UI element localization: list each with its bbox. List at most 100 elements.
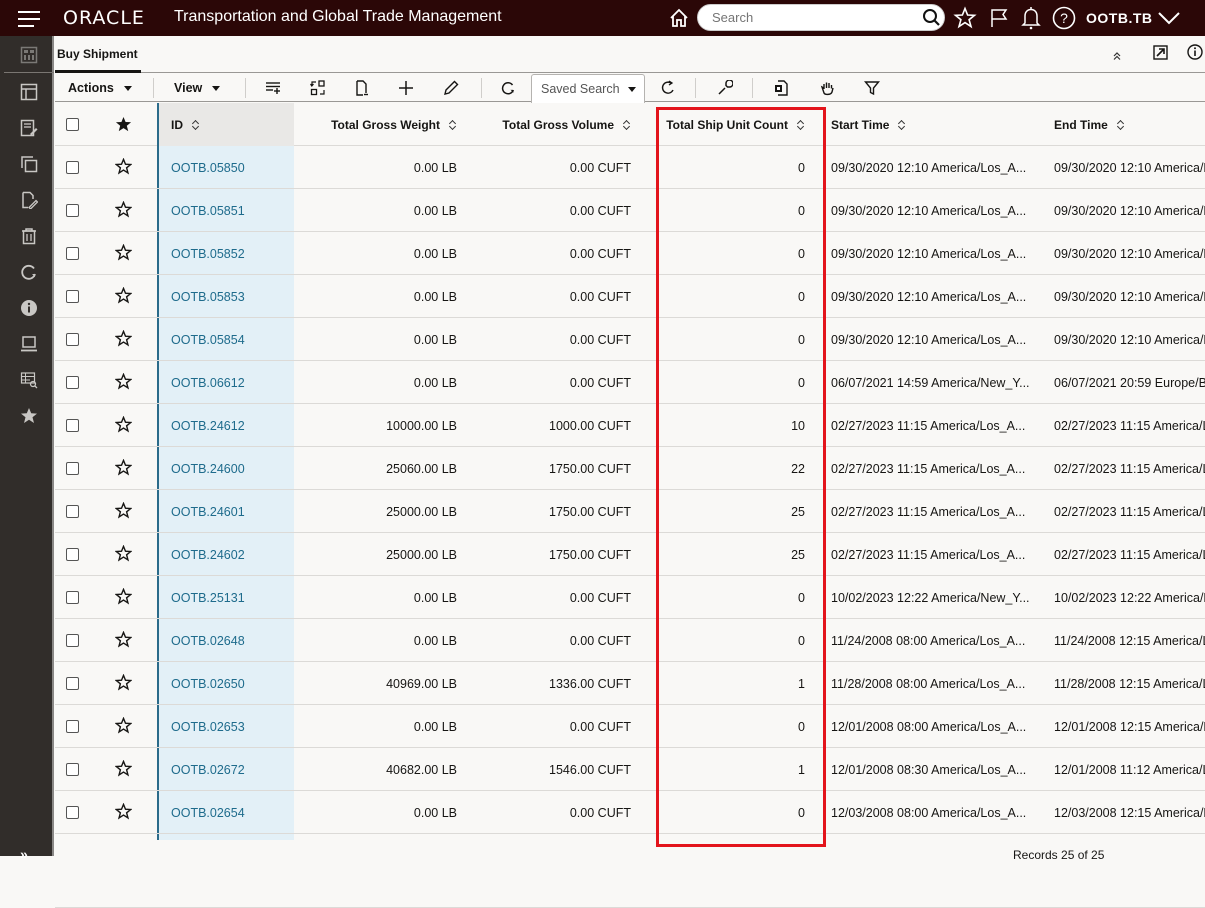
shipment-id-link[interactable]: OOTB.05850 (171, 161, 245, 175)
add-row-list-icon[interactable] (263, 78, 283, 98)
shipment-id-link[interactable]: OOTB.24612 (171, 419, 245, 433)
shipment-id-link[interactable]: OOTB.05853 (171, 290, 245, 304)
shipment-id-link[interactable]: OOTB.06612 (171, 376, 245, 390)
edit-document-icon[interactable] (20, 191, 39, 210)
row-checkbox[interactable] (66, 763, 79, 776)
actions-menu-button[interactable]: Actions (68, 74, 132, 102)
reload-icon[interactable] (658, 78, 678, 98)
shipment-id-link[interactable]: OOTB.02672 (171, 763, 245, 777)
shipment-id-link[interactable]: OOTB.02648 (171, 634, 245, 648)
collapse-up-icon[interactable] (1112, 48, 1122, 66)
row-favorite-star-icon[interactable] (114, 415, 133, 433)
row-favorite-star-icon[interactable] (114, 759, 133, 777)
row-checkbox[interactable] (66, 419, 79, 432)
add-icon[interactable] (396, 78, 416, 98)
search-icon[interactable] (922, 8, 942, 33)
row-favorite-star-icon[interactable] (114, 372, 133, 390)
filter-icon[interactable] (862, 78, 882, 98)
table-row[interactable]: OOTB.05853 0.00 LB 0.00 CUFT 0 09/30/2020 12… (55, 275, 1205, 318)
row-checkbox[interactable] (66, 462, 79, 475)
search-input[interactable] (712, 10, 912, 25)
row-favorite-star-icon[interactable] (114, 157, 133, 175)
column-header-id[interactable]: ID (171, 103, 291, 146)
chevron-down-icon[interactable] (1156, 5, 1182, 31)
edit-list-icon[interactable] (20, 119, 38, 137)
row-favorite-star-icon[interactable] (114, 329, 133, 347)
row-checkbox[interactable] (66, 591, 79, 604)
row-favorite-star-icon[interactable] (114, 716, 133, 734)
user-menu[interactable]: OOTB.TB (1086, 10, 1153, 26)
row-checkbox[interactable] (66, 290, 79, 303)
row-favorite-star-icon[interactable] (114, 501, 133, 519)
edit-pencil-icon[interactable] (441, 78, 461, 98)
table-row[interactable]: OOTB.24602 25000.00 LB 1750.00 CUFT 25 02/27… (55, 533, 1205, 576)
row-checkbox[interactable] (66, 634, 79, 647)
saved-search-dropdown[interactable]: Saved Search (531, 74, 645, 103)
trash-icon[interactable] (20, 227, 38, 245)
row-favorite-star-icon[interactable] (114, 544, 133, 562)
shipment-id-link[interactable]: OOTB.02650 (171, 677, 245, 691)
column-header-ship-unit-count[interactable]: Total Ship Unit Count (635, 103, 805, 146)
dashboard-icon[interactable] (20, 46, 38, 64)
refresh-icon[interactable] (498, 78, 518, 98)
table-row[interactable]: OOTB.25131 0.00 LB 0.00 CUFT 0 10/02/2023 12… (55, 576, 1205, 619)
shipment-id-link[interactable]: OOTB.05854 (171, 333, 245, 347)
row-checkbox[interactable] (66, 720, 79, 733)
shipment-id-link[interactable]: OOTB.25131 (171, 591, 245, 605)
column-header-gross-weight[interactable]: Total Gross Weight (295, 103, 457, 146)
shipment-id-link[interactable]: OOTB.24602 (171, 548, 245, 562)
expand-sidebar-icon[interactable]: » (20, 846, 28, 862)
table-row[interactable]: OOTB.05854 0.00 LB 0.00 CUFT 0 09/30/2020 12… (55, 318, 1205, 361)
row-checkbox[interactable] (66, 505, 79, 518)
table-row[interactable]: OOTB.24600 25060.00 LB 1750.00 CUFT 22 02/27… (55, 447, 1205, 490)
document-remove-icon[interactable] (352, 78, 372, 98)
row-favorite-star-icon[interactable] (114, 673, 133, 691)
wrench-icon[interactable] (715, 78, 735, 98)
table-search-icon[interactable] (20, 371, 38, 389)
help-icon[interactable]: ? (1051, 5, 1077, 31)
favorite-header-star-icon[interactable] (115, 116, 132, 133)
row-checkbox[interactable] (66, 161, 79, 174)
table-row[interactable]: OOTB.02672 40682.00 LB 1546.00 CUFT 1 12/01/… (55, 748, 1205, 791)
shipment-id-link[interactable]: OOTB.24600 (171, 462, 245, 476)
shipment-id-link[interactable]: OOTB.02653 (171, 720, 245, 734)
table-row[interactable]: OOTB.24601 25000.00 LB 1750.00 CUFT 25 02/27… (55, 490, 1205, 533)
row-checkbox[interactable] (66, 548, 79, 561)
row-checkbox[interactable] (66, 204, 79, 217)
monitor-icon[interactable] (20, 335, 38, 353)
open-external-icon[interactable] (1153, 45, 1168, 65)
layout-icon[interactable] (20, 83, 38, 101)
refresh-icon[interactable] (20, 263, 38, 281)
info-icon[interactable] (20, 299, 38, 317)
hamburger-menu-icon[interactable] (18, 10, 42, 27)
row-favorite-star-icon[interactable] (114, 243, 133, 261)
row-favorite-star-icon[interactable] (114, 286, 133, 304)
row-favorite-star-icon[interactable] (114, 200, 133, 218)
shipment-id-link[interactable]: OOTB.05851 (171, 204, 245, 218)
favorites-star-icon[interactable] (952, 5, 978, 31)
row-checkbox[interactable] (66, 247, 79, 260)
home-icon[interactable] (666, 5, 692, 31)
notifications-bell-icon[interactable] (1018, 5, 1044, 31)
copy-icon[interactable] (20, 155, 38, 173)
column-header-start-time[interactable]: Start Time (831, 103, 1031, 146)
table-row[interactable]: OOTB.02648 0.00 LB 0.00 CUFT 0 11/24/2008 08… (55, 619, 1205, 662)
tab-buy-shipment[interactable]: Buy Shipment (55, 36, 141, 73)
table-row[interactable]: OOTB.05851 0.00 LB 0.00 CUFT 0 09/30/2020 12… (55, 189, 1205, 232)
table-row[interactable]: OOTB.02653 0.00 LB 0.00 CUFT 0 12/01/2008 08… (55, 705, 1205, 748)
row-checkbox[interactable] (66, 806, 79, 819)
column-header-gross-volume[interactable]: Total Gross Volume (465, 103, 631, 146)
select-all-checkbox[interactable] (66, 118, 79, 131)
shipment-id-link[interactable]: OOTB.05852 (171, 247, 245, 261)
favorite-star-icon[interactable] (20, 407, 38, 425)
row-favorite-star-icon[interactable] (114, 802, 133, 820)
row-favorite-star-icon[interactable] (114, 630, 133, 648)
row-checkbox[interactable] (66, 677, 79, 690)
shipment-id-link[interactable]: OOTB.02654 (171, 806, 245, 820)
flag-icon[interactable] (986, 5, 1012, 31)
table-row[interactable]: OOTB.02654 0.00 LB 0.00 CUFT 0 12/03/2008 08… (55, 791, 1205, 834)
transfer-icon[interactable] (308, 78, 328, 98)
table-row[interactable]: OOTB.02650 40969.00 LB 1336.00 CUFT 1 11/28/… (55, 662, 1205, 705)
table-row[interactable]: OOTB.05850 0.00 LB 0.00 CUFT 0 09/30/2020 12… (55, 146, 1205, 189)
row-favorite-star-icon[interactable] (114, 587, 133, 605)
